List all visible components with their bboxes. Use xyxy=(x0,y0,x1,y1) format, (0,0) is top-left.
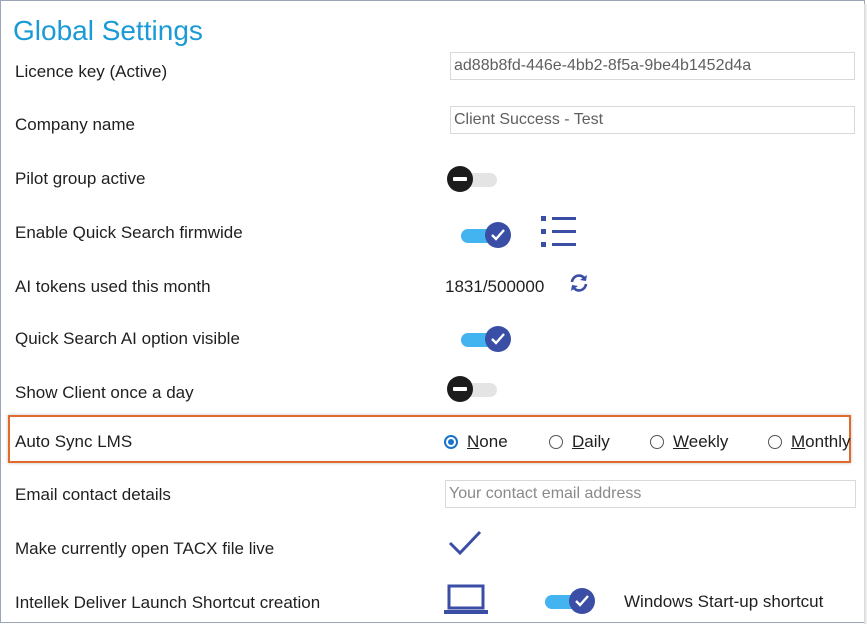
pilot-group-label: Pilot group active xyxy=(15,169,146,188)
quick-search-toggle[interactable] xyxy=(461,220,517,250)
list-icon[interactable] xyxy=(541,214,577,255)
auto-sync-monthly-radio[interactable]: Monthly xyxy=(768,432,851,452)
show-client-toggle[interactable] xyxy=(447,374,503,404)
launch-shortcut-label: Intellek Deliver Launch Shortcut creatio… xyxy=(15,593,321,612)
refresh-icon[interactable] xyxy=(568,272,590,299)
quick-search-label: Enable Quick Search firmwide xyxy=(15,223,243,242)
auto-sync-weekly-radio[interactable]: Weekly xyxy=(650,432,728,452)
ai-tokens-value: 1831/500000 xyxy=(445,277,545,296)
radio-none-label: None xyxy=(467,432,508,451)
company-name-field[interactable] xyxy=(450,106,855,134)
email-field[interactable] xyxy=(445,480,856,508)
show-client-label: Show Client once a day xyxy=(15,383,194,402)
licence-key-label: Licence key (Active) xyxy=(15,62,168,81)
radio-daily-label: Daily xyxy=(572,432,610,451)
radio-weekly-label: Weekly xyxy=(673,432,729,451)
laptop-icon[interactable] xyxy=(444,584,488,621)
quick-search-ai-label: Quick Search AI option visible xyxy=(15,329,240,348)
pilot-group-toggle[interactable] xyxy=(447,164,503,194)
email-contact-label: Email contact details xyxy=(15,485,171,504)
quick-search-ai-toggle[interactable] xyxy=(461,324,517,354)
startup-shortcut-toggle[interactable] xyxy=(545,586,601,616)
licence-key-field[interactable] xyxy=(450,52,855,80)
tacx-live-label: Make currently open TACX file live xyxy=(15,539,275,558)
settings-panel xyxy=(0,0,865,623)
auto-sync-daily-radio[interactable]: Daily xyxy=(549,432,610,452)
company-name-label: Company name xyxy=(15,115,136,134)
ai-tokens-label: AI tokens used this month xyxy=(15,277,211,296)
checkmark-icon[interactable] xyxy=(448,530,482,561)
auto-sync-none-radio[interactable]: None xyxy=(444,432,508,452)
page-title: Global Settings xyxy=(13,15,203,46)
startup-shortcut-label: Windows Start-up shortcut xyxy=(624,592,824,611)
radio-monthly-label: Monthly xyxy=(791,432,851,451)
auto-sync-label: Auto Sync LMS xyxy=(15,432,133,451)
